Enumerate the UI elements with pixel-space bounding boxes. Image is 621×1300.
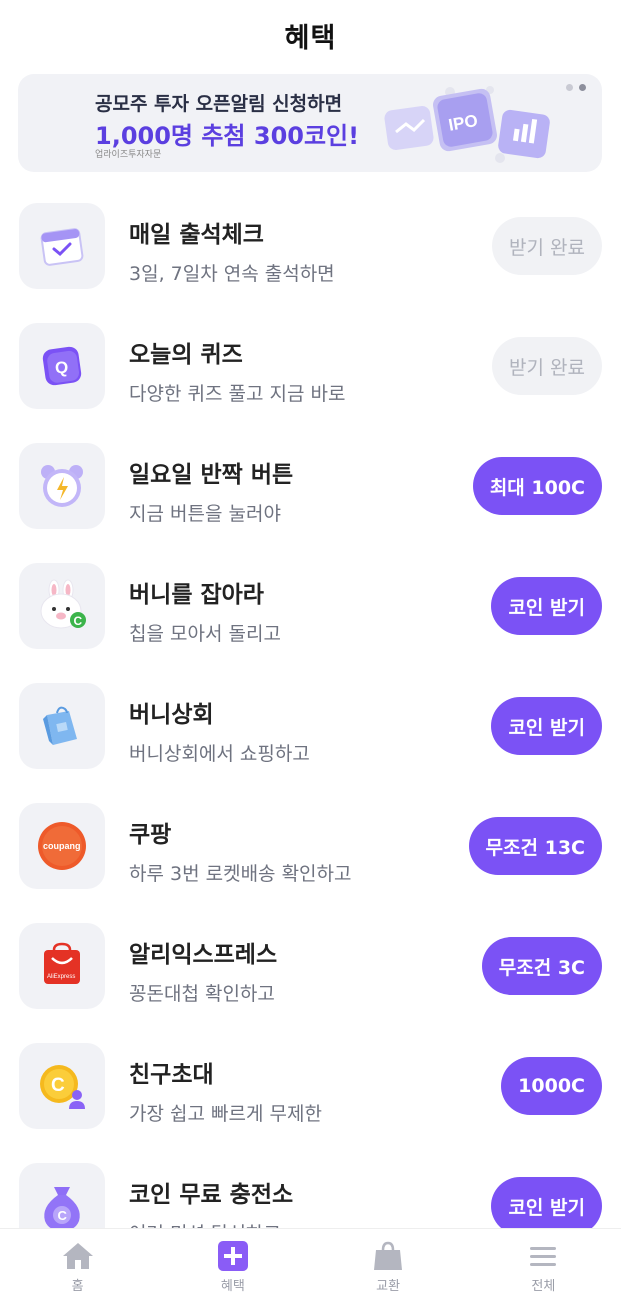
item-subtitle: 버니상회에서 쇼핑하고 <box>129 743 310 765</box>
header: 혜택 <box>0 0 621 70</box>
page-title: 혜택 <box>284 22 337 54</box>
item-title: 매일 출석체크 <box>129 222 264 248</box>
pager-dot-active <box>579 84 586 91</box>
item-title: 쿠팡 <box>129 822 172 848</box>
tab-label: 홈 <box>71 1279 84 1294</box>
menu-icon <box>530 1247 557 1266</box>
banner-pager <box>566 84 586 91</box>
quiz-icon: Q <box>19 323 105 409</box>
list-item-invite-friend[interactable]: C 친구초대 가장 쉽고 빠르게 무제한 1000C <box>0 1040 621 1160</box>
item-title: 코인 무료 충전소 <box>129 1182 294 1208</box>
coin-bag-letter: C <box>58 1208 68 1223</box>
tab-label: 교환 <box>376 1279 401 1294</box>
banner-highlight: 1,000명 추첨 300코인! <box>95 122 360 150</box>
list-item-attendance[interactable]: 매일 출석체크 3일, 7일차 연속 출석하면 받기 완료 <box>0 200 621 320</box>
item-title: 버니를 잡아라 <box>129 582 264 608</box>
list-item-aliexpress[interactable]: AliExpress 알리익스프레스 꽁돈대첩 확인하고 무조건 3C <box>0 920 621 1040</box>
tab-label: 전체 <box>531 1279 556 1294</box>
list-item-catch-bunny[interactable]: C 버니를 잡아라 칩을 모아서 돌리고 코인 받기 <box>0 560 621 680</box>
tab-home[interactable]: 홈 <box>0 1229 155 1300</box>
coupang-logo-icon: coupang <box>19 803 105 889</box>
quiz-icon-letter: Q <box>55 358 68 377</box>
list-item-sunday-button[interactable]: 일요일 반짝 버튼 지금 버튼을 눌러야 최대 100C <box>0 440 621 560</box>
home-icon <box>62 1243 93 1269</box>
tab-label: 혜택 <box>220 1279 245 1294</box>
item-subtitle: 가장 쉽고 빠르게 무제한 <box>129 1103 322 1125</box>
reward-button[interactable]: 1000C <box>501 1057 602 1115</box>
item-subtitle: 지금 버튼을 눌러야 <box>129 503 281 525</box>
list-item-bunny-store[interactable]: 버니상회 버니상회에서 쇼핑하고 코인 받기 <box>0 680 621 800</box>
shopping-bag-icon <box>374 1241 403 1270</box>
claim-completed-button[interactable]: 받기 완료 <box>492 337 602 395</box>
tab-benefits[interactable]: 혜택 <box>155 1229 310 1300</box>
claim-completed-button[interactable]: 받기 완료 <box>492 217 602 275</box>
list-item-quiz[interactable]: Q 오늘의 퀴즈 다양한 퀴즈 풀고 지금 바로 받기 완료 <box>0 320 621 440</box>
aliexpress-logo-text: AliExpress <box>47 974 75 980</box>
bunny-icon: C <box>19 563 105 649</box>
item-subtitle: 다양한 퀴즈 풀고 지금 바로 <box>129 383 346 405</box>
banner-headline: 공모주 투자 오픈알림 신청하면 <box>95 93 343 115</box>
bunny-coin-letter: C <box>74 614 83 628</box>
tab-all[interactable]: 전체 <box>466 1229 621 1300</box>
item-subtitle: 칩을 모아서 돌리고 <box>129 623 281 645</box>
banner-sponsor: 업라이즈투자자문 <box>95 150 162 160</box>
get-coin-button[interactable]: 코인 받기 <box>491 1177 602 1235</box>
pager-dot <box>566 84 573 91</box>
item-subtitle: 꽁돈대첩 확인하고 <box>129 983 275 1005</box>
shopping-bag-icon <box>19 683 105 769</box>
item-title: 친구초대 <box>129 1062 214 1088</box>
benefit-list: 매일 출석체크 3일, 7일차 연속 출석하면 받기 완료 Q 오늘의 퀴즈 다… <box>0 200 621 1280</box>
coin-letter: C <box>51 1075 65 1096</box>
item-title: 알리익스프레스 <box>129 942 278 968</box>
bottom-tab-bar: 홈 혜택 교환 전체 <box>0 1228 621 1300</box>
reward-button[interactable]: 최대 100C <box>472 457 602 515</box>
list-item-coupang[interactable]: coupang 쿠팡 하루 3번 로켓배송 확인하고 무조건 13C <box>0 800 621 920</box>
item-title: 일요일 반짝 버튼 <box>129 462 294 488</box>
alarm-clock-icon <box>19 443 105 529</box>
promo-banner[interactable]: 공모주 투자 오픈알림 신청하면 1,000명 추첨 300코인! 업라이즈투자… <box>18 74 602 172</box>
ipo-illustration-icon: IPO <box>384 86 550 163</box>
calendar-icon <box>19 203 105 289</box>
plus-square-icon <box>217 1241 248 1271</box>
invite-friend-icon: C <box>19 1043 105 1129</box>
coupang-logo-text: coupang <box>43 841 81 851</box>
item-title: 오늘의 퀴즈 <box>129 342 243 368</box>
aliexpress-logo-icon: AliExpress <box>19 923 105 1009</box>
reward-button[interactable]: 무조건 3C <box>481 937 602 995</box>
item-subtitle: 3일, 7일차 연속 출석하면 <box>129 263 335 285</box>
tab-exchange[interactable]: 교환 <box>311 1229 466 1300</box>
get-coin-button[interactable]: 코인 받기 <box>491 697 602 755</box>
reward-button[interactable]: 무조건 13C <box>468 817 602 875</box>
item-subtitle: 하루 3번 로켓배송 확인하고 <box>129 863 352 885</box>
item-title: 버니상회 <box>129 702 214 728</box>
get-coin-button[interactable]: 코인 받기 <box>491 577 602 635</box>
